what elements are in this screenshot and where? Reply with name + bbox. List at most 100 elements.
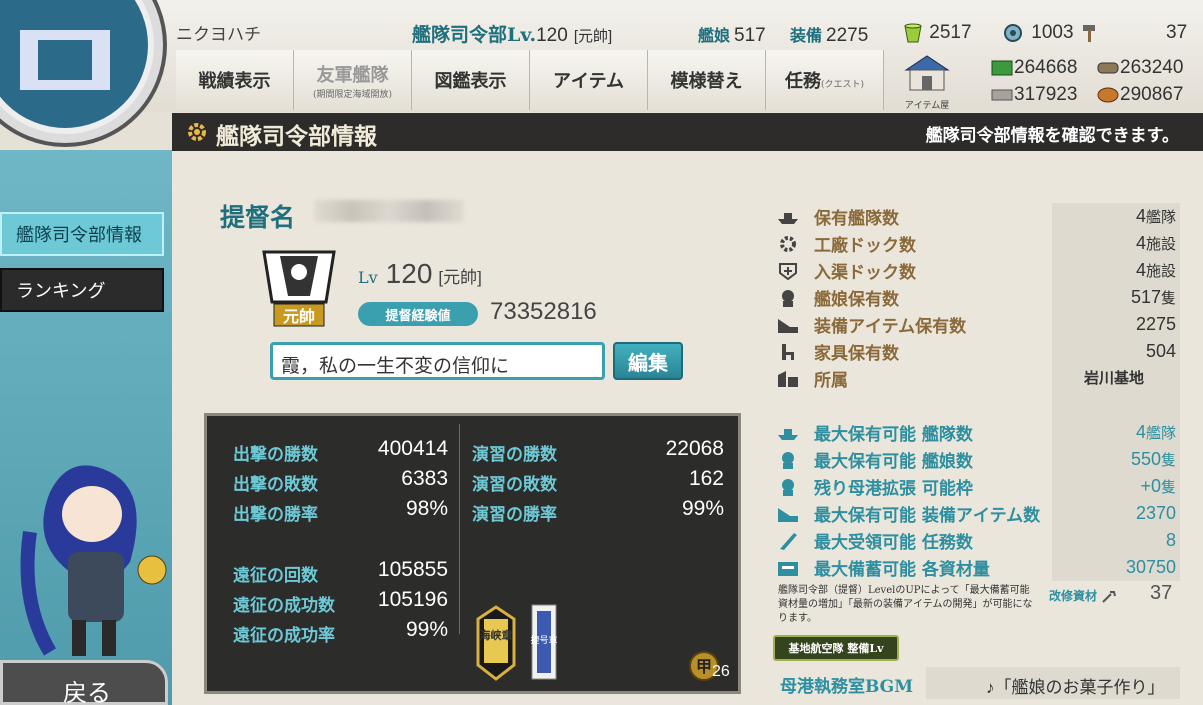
chair-icon [782,343,794,360]
comment-input[interactable]: 霞，私の一生不変の信仰に [270,342,605,380]
steel-icon [991,89,1013,101]
kou-badge-text: 甲 [696,657,712,676]
spacer-row [776,392,1180,419]
strait-medal-text: 海峡章 [480,628,513,642]
fleets-row: 保有艦隊数 4艦隊 [776,203,1180,230]
shipgirl-icon [782,289,794,307]
sidebar-item-hq-info[interactable]: 艦隊司令部情報 [0,212,164,256]
edit-comment-button[interactable]: 編集 [613,342,683,380]
sidebar-item-ranking[interactable]: ランキング [0,268,164,312]
page-description: 艦隊司令部情報を確認できます。 [925,126,1179,146]
equip-count: 装備 2275 [790,25,869,46]
admiral-name-label: 提督名 [220,203,296,232]
sortie-wins-value: 400414 [377,437,448,460]
equipment-icon [778,507,798,522]
gear-icon [780,235,796,252]
nav-items-button[interactable]: アイテム [530,50,648,110]
max-ships-row: 最大保有可能 艦娘数 550隻 [776,446,1180,473]
exp-value: 73352816 [490,298,597,325]
max-fleets-row: 最大保有可能 艦隊数 4艦隊 [776,419,1180,446]
base-air-corps-button[interactable]: 基地航空隊 整備Lv [773,635,899,661]
repair-icon [779,262,797,280]
exercise-losses-value: 162 [688,467,724,490]
steel-count: 317923 [990,84,1077,106]
dev-material-count: 1003 [1000,22,1101,44]
page-title: 艦隊司令部情報 [216,123,377,150]
bgm-label: 母港執務室BGM [780,677,914,697]
equipment-icon [778,318,798,333]
furniture-row: 家具保有数 504 [776,338,1180,365]
ammo-count: 263240 [1096,57,1183,79]
dev-material-icon [1004,24,1022,42]
fuel-count: 264668 [990,57,1077,79]
shipgirl-icon [782,451,794,469]
fuel-icon [991,60,1013,76]
admiral-name-redacted [314,200,464,222]
expedition-rate-value: 99% [405,618,448,641]
bucket-icon [904,23,922,43]
max-equip-row: 最大保有可能 装備アイテム数 2370 [776,500,1180,527]
bgm-selector[interactable]: ♪「艦娘のお菓子作り」 [926,667,1180,699]
wrench-icon [1102,590,1117,603]
affiliation-row: 所属 岩川基地 [776,365,1180,392]
pen-icon [780,532,797,550]
rank-badge-text: 元帥 [283,307,315,326]
max-resources-row: 最大備蓄可能 各資材量 30750 [776,554,1180,581]
exercise-rate-label: 演習の勝率 [472,505,557,525]
nav-record-button[interactable]: 戦績表示 [176,50,294,110]
sortie-rate-value: 98% [405,497,448,520]
sortie-wins-label: 出撃の勝数 [233,445,318,465]
sortie-losses-value: 6383 [401,467,448,490]
sho-medal-text: 捷号章 [530,634,557,646]
shipgirl-icon [782,478,794,496]
sho-medal: 捷号章 [530,604,558,680]
expedition-success-value: 105196 [377,588,448,611]
nav-friend-fleet-button[interactable]: 友軍艦隊 (期間限定海域開放) [294,50,412,110]
hammer-icon [1082,25,1095,42]
nav-furniture-button[interactable]: 模様替え [648,50,766,110]
exercise-losses-label: 演習の敗数 [472,475,557,495]
rank-emblem: 元帥 [262,250,336,327]
ammo-icon [1097,62,1119,74]
sortie-losses-label: 出撃の敗数 [233,475,318,495]
equip-row: 装備アイテム保有数 2275 [776,311,1180,338]
base-icon [778,370,798,387]
back-button[interactable]: 戻る [0,660,168,705]
ship-count: 艦娘 517 [698,25,766,46]
ships-row: 艦娘保有数 517隻 [776,284,1180,311]
bucket-count: 2517 [902,22,972,44]
fleet-icon [778,212,798,224]
improvement-material-value: 37 [1150,582,1173,604]
level-up-note: 艦隊司令部（提督）LevelのUPによって「最大備蓄可能資材量の増加」「最新の装… [778,585,1033,624]
improvement-material-label: 改修資材 [1049,587,1117,604]
kou-badge-count: 26 [712,663,730,680]
port-emblem[interactable] [0,0,170,150]
expedition-rate-label: 遠征の成功率 [233,626,335,646]
improve-material-count: 37 [1166,22,1188,43]
strait-medal: 海峡章 [476,605,516,681]
storage-icon [778,561,798,576]
sortie-rate-label: 出撃の勝率 [233,505,318,525]
stats-divider [459,424,460,634]
top-bar: ニクヨハチ 艦隊司令部Lv.120 [元帥] 艦娘 517 装備 2275 2517 … [0,0,1203,112]
expedition-count-label: 遠征の回数 [233,566,318,586]
exercise-wins-label: 演習の勝数 [472,445,557,465]
gear-icon [188,123,206,141]
user-name: ニクヨハチ [176,25,261,44]
admiral-level: Lv 120 [元帥] [358,258,482,289]
item-shop-button[interactable]: アイテム屋 [900,52,954,110]
hq-level: 艦隊司令部Lv.120 [元帥] [412,24,613,46]
main-nav: 戦績表示 友軍艦隊 (期間限定海域開放) 図鑑表示 アイテム 模様替え 任務(クエ… [176,50,884,110]
bauxite-count: 290867 [1096,84,1183,106]
repair-docks-row: 入渠ドック数 4施設 [776,257,1180,284]
secretary-ship-character[interactable] [10,452,180,662]
expedition-success-label: 遠征の成功数 [233,596,335,616]
fleet-icon [778,428,798,440]
max-quests-row: 最大受領可能 任務数 8 [776,527,1180,554]
port-expand-row: 残り母港拡張 可能枠 +0隻 [776,473,1180,500]
nav-quests-button[interactable]: 任務(クエスト) [766,50,884,110]
page-header: 艦隊司令部情報 艦隊司令部情報を確認できます。 [172,113,1203,151]
docks-row: 工廠ドック数 4施設 [776,230,1180,257]
exp-label: 提督経験値 [358,302,478,326]
nav-library-button[interactable]: 図鑑表示 [412,50,530,110]
